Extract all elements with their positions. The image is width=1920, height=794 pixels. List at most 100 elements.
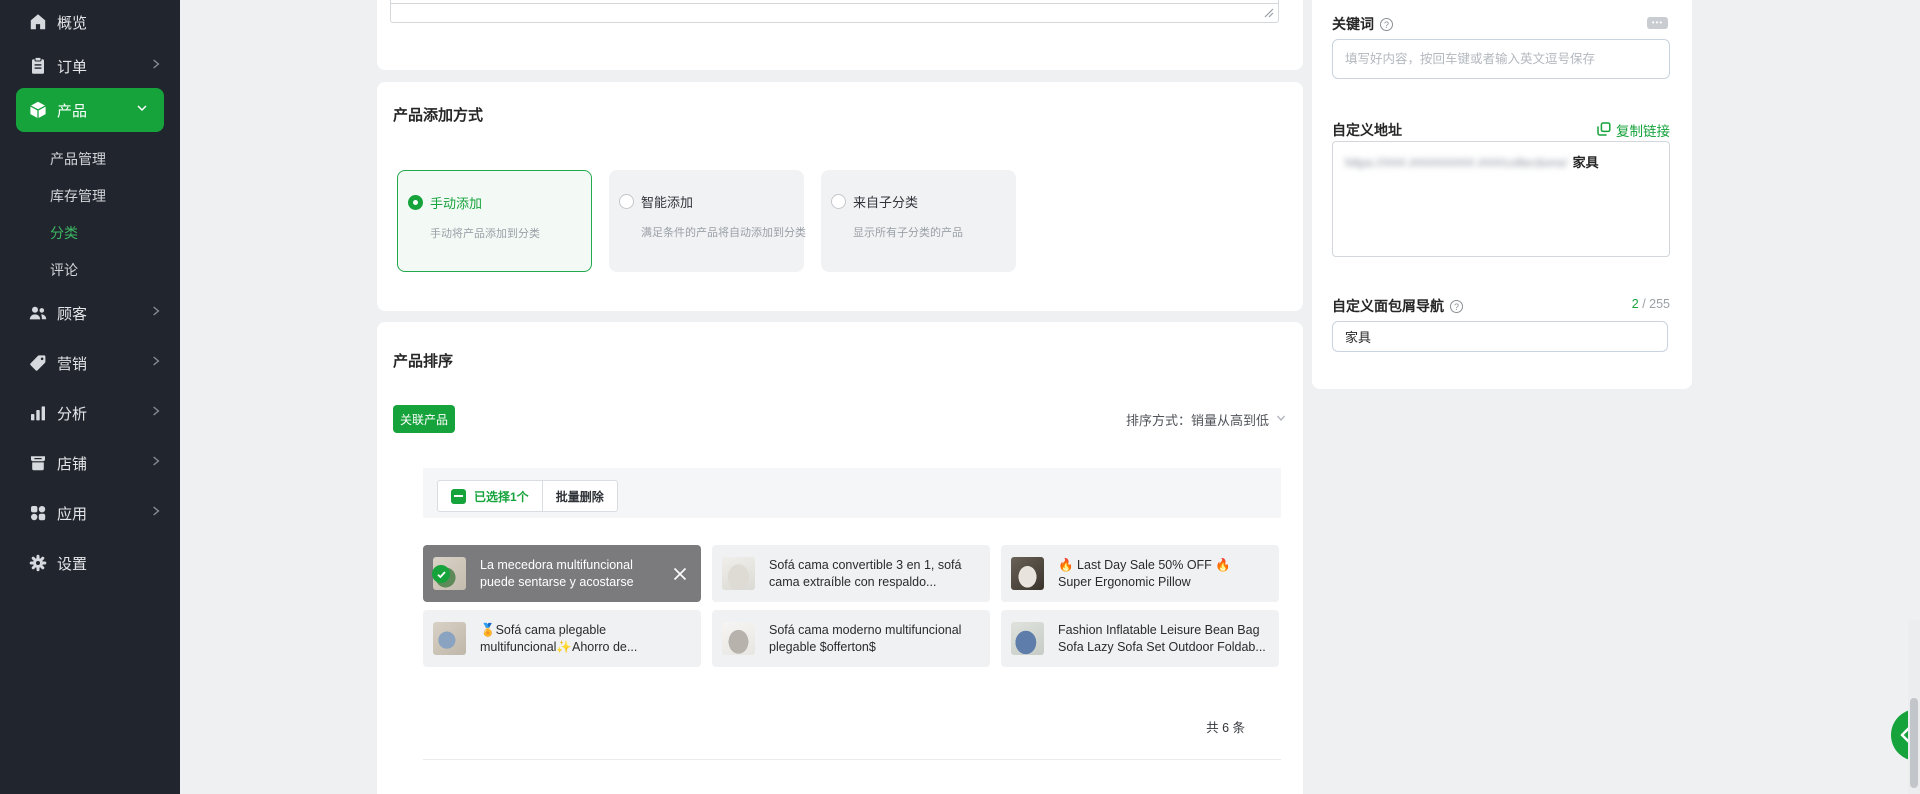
scrollbar-thumb[interactable]: [1910, 698, 1918, 788]
selection-segmented-control: 已选择1个 批量删除: [437, 480, 618, 512]
option-label: 智能添加: [641, 192, 693, 211]
chevron-down-icon: [1275, 412, 1287, 427]
help-circle-icon[interactable]: ?: [1450, 300, 1463, 313]
option-label: 来自子分类: [853, 192, 918, 211]
bulk-delete-label: 批量删除: [556, 488, 604, 505]
sidebar-item-label: 分析: [57, 403, 87, 424]
app-screen: 概览 订单 产品 产品管理 库存管理 分类 评论: [0, 0, 1920, 794]
breadcrumb-label: 自定义面包屑导航: [1332, 296, 1444, 316]
chevron-down-icon: [134, 100, 150, 120]
product-title: 🏅Sofá cama plegable multifuncional✨Ahorr…: [480, 622, 689, 656]
marketing-tag-icon: [28, 353, 48, 373]
product-title: La mecedora multifuncional puede sentars…: [480, 557, 667, 591]
link-products-button[interactable]: 关联产品: [393, 405, 455, 433]
product-item[interactable]: Sofá cama moderno multifuncional plegabl…: [712, 610, 990, 667]
selection-toolbar: 已选择1个 批量删除: [423, 468, 1281, 518]
sidebar-item-label: 店铺: [57, 453, 87, 474]
product-thumbnail: [1011, 622, 1044, 655]
radio-unselected-icon[interactable]: [831, 194, 846, 209]
sidebar-subitem-product-management[interactable]: 产品管理: [0, 140, 180, 177]
keyword-input[interactable]: [1332, 39, 1670, 79]
char-count-max: / 255: [1642, 297, 1670, 311]
settings-gear-icon: [28, 553, 48, 573]
close-x-icon[interactable]: [672, 566, 688, 582]
copy-icon: [1597, 122, 1611, 139]
customers-icon: [28, 303, 48, 323]
sidebar-item-products-active[interactable]: 产品: [16, 88, 164, 132]
more-dots-icon[interactable]: •••: [1647, 17, 1668, 29]
product-title: 🔥 Last Day Sale 50% OFF 🔥 Super Ergonomi…: [1058, 557, 1267, 591]
product-item-selected[interactable]: La mecedora multifuncional puede sentars…: [423, 545, 701, 602]
sort-method-label: 排序方式：销量从高到低: [1126, 410, 1269, 429]
total-count-label: 共 6 条: [1206, 717, 1245, 736]
product-thumbnail: [722, 622, 755, 655]
home-icon: [28, 12, 48, 32]
sidebar-item-store[interactable]: 店铺: [0, 438, 180, 488]
sidebar-subitem-reviews[interactable]: 评论: [0, 251, 180, 288]
help-circle-icon[interactable]: ?: [1380, 18, 1393, 31]
description-card: [377, 0, 1303, 70]
add-method-options: 手动添加 手动将产品添加到分类 智能添加 满足条件的产品将自动添加到分类 来自子…: [397, 170, 1016, 272]
sidebar-item-orders[interactable]: 订单: [0, 44, 180, 88]
option-description: 手动将产品添加到分类: [430, 225, 581, 241]
sidebar-item-overview[interactable]: 概览: [0, 0, 180, 44]
sidebar-item-marketing[interactable]: 营销: [0, 338, 180, 388]
collection-settings-panel: 关键词 ? ••• 自定义地址 复制链接 https://###.#######…: [1312, 0, 1692, 389]
sidebar-subitem-inventory[interactable]: 库存管理: [0, 177, 180, 214]
copy-link-button[interactable]: 复制链接: [1597, 120, 1670, 140]
sidebar-item-analytics[interactable]: 分析: [0, 388, 180, 438]
selected-count-label: 已选择1个: [474, 488, 529, 505]
product-title: Sofá cama moderno multifuncional plegabl…: [769, 622, 978, 656]
product-thumbnail: [433, 622, 466, 655]
url-suffix-text: 家具: [1573, 155, 1599, 170]
bulk-delete-button[interactable]: 批量删除: [542, 481, 617, 511]
sidebar-item-settings[interactable]: 设置: [0, 538, 180, 588]
option-manual-add[interactable]: 手动添加 手动将产品添加到分类: [397, 170, 592, 272]
product-title: Sofá cama convertible 3 en 1, sofá cama …: [769, 557, 978, 591]
resize-handle-icon[interactable]: [1262, 6, 1276, 20]
product-title: Fashion Inflatable Leisure Bean Bag Sofa…: [1058, 622, 1267, 656]
product-grid: La mecedora multifuncional puede sentars…: [423, 545, 1283, 667]
breadcrumb-input[interactable]: [1332, 321, 1668, 352]
product-item[interactable]: Fashion Inflatable Leisure Bean Bag Sofa…: [1001, 610, 1279, 667]
product-thumbnail: [1011, 557, 1044, 590]
sort-method-selector[interactable]: 排序方式：销量从高到低: [1126, 410, 1287, 429]
chevron-right-icon: [148, 353, 164, 373]
store-icon: [28, 453, 48, 473]
add-method-card: 产品添加方式 手动添加 手动将产品添加到分类 智能添加 满足条件的产品将自动添加…: [377, 82, 1303, 311]
sidebar-item-label: 顾客: [57, 303, 87, 324]
checkbox-indeterminate-icon[interactable]: [451, 489, 466, 504]
add-method-title: 产品添加方式: [393, 104, 483, 125]
product-item[interactable]: 🏅Sofá cama plegable multifuncional✨Ahorr…: [423, 610, 701, 667]
selected-count-toggle[interactable]: 已选择1个: [438, 481, 542, 511]
sidebar-products-submenu: 产品管理 库存管理 分类 评论: [0, 140, 180, 288]
product-item[interactable]: 🔥 Last Day Sale 50% OFF 🔥 Super Ergonomi…: [1001, 545, 1279, 602]
sidebar-item-label: 产品: [57, 100, 87, 121]
radio-selected-icon[interactable]: [408, 195, 423, 210]
orders-clipboard-icon: [28, 56, 48, 76]
sidebar-item-label: 设置: [57, 553, 87, 574]
chevron-right-icon: [148, 56, 164, 76]
copy-link-label: 复制链接: [1616, 120, 1670, 140]
keyword-label: 关键词: [1332, 14, 1374, 34]
option-from-subcollections[interactable]: 来自子分类 显示所有子分类的产品: [821, 170, 1016, 272]
custom-url-textarea[interactable]: https://###.#########.###/collections/家具: [1332, 141, 1670, 257]
sidebar: 概览 订单 产品 产品管理 库存管理 分类 评论: [0, 0, 180, 794]
sidebar-item-label: 订单: [57, 56, 87, 77]
blurred-url-text: https://###.#########.###/collections/: [1345, 155, 1568, 170]
sidebar-item-apps[interactable]: 应用: [0, 488, 180, 538]
option-description: 满足条件的产品将自动添加到分类: [641, 224, 794, 240]
chevron-right-icon: [148, 303, 164, 323]
custom-url-label: 自定义地址: [1332, 120, 1402, 140]
option-description: 显示所有子分类的产品: [853, 224, 1006, 240]
option-smart-add[interactable]: 智能添加 满足条件的产品将自动添加到分类: [609, 170, 804, 272]
sidebar-subitem-collections-active[interactable]: 分类: [0, 214, 180, 251]
check-badge-icon: [432, 565, 450, 583]
radio-unselected-icon[interactable]: [619, 194, 634, 209]
chevron-right-icon: [148, 503, 164, 523]
sidebar-item-customers[interactable]: 顾客: [0, 288, 180, 338]
product-item[interactable]: Sofá cama convertible 3 en 1, sofá cama …: [712, 545, 990, 602]
analytics-bars-icon: [28, 403, 48, 423]
products-cube-icon: [28, 100, 48, 120]
sidebar-item-label: 营销: [57, 353, 87, 374]
